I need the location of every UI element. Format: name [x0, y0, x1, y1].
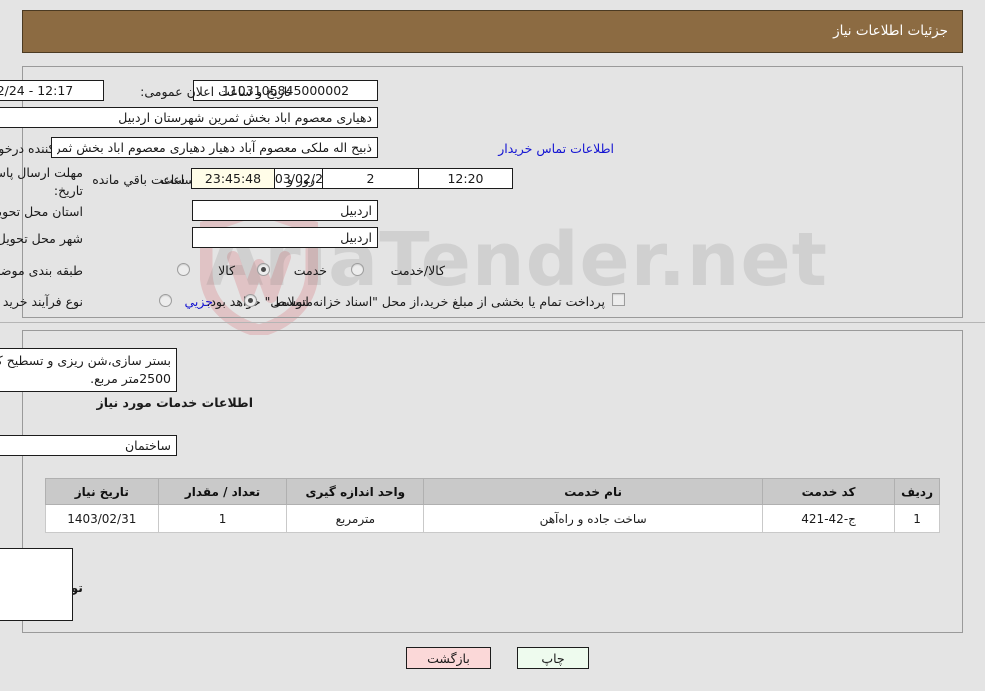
services-section-title: اطلاعات خدمات مورد نیاز: [96, 395, 254, 410]
cell-quantity: 1: [157, 504, 288, 533]
services-table: ردیف کد خدمت نام خدمت واحد اندازه گیری ت…: [45, 478, 940, 533]
radio-category-khedmat-label: خدمت: [293, 263, 327, 278]
cell-unit: مترمربع: [286, 504, 425, 533]
print-button[interactable]: چاپ: [517, 647, 589, 669]
province-field[interactable]: [192, 200, 378, 221]
deadline-label-line1: مهلت ارسال پاسخ: تا: [0, 165, 83, 180]
countdown-field[interactable]: [191, 168, 275, 189]
deadline-label-line2: تاریخ:: [53, 183, 83, 198]
radio-purchase-motevaset[interactable]: [244, 294, 257, 307]
announce-datetime-field[interactable]: [0, 80, 104, 101]
cell-need-date: 1403/02/31: [45, 504, 159, 533]
col-quantity: تعداد / مقدار: [157, 478, 288, 505]
radio-category-kala-label: کالا: [218, 263, 235, 278]
table-row: 1 ج-42-421 ساخت جاده و راه‌آهن مترمربع 1…: [45, 504, 940, 533]
requester-field[interactable]: [51, 137, 378, 158]
page-title: جزئیات اطلاعات نیاز: [833, 23, 948, 39]
need-summary-textarea[interactable]: [0, 348, 177, 392]
buyer-org-field[interactable]: [0, 107, 378, 128]
cell-service-code: ج-42-421: [762, 504, 896, 533]
col-service-code: کد خدمت: [762, 478, 896, 505]
header-bar: جزئیات اطلاعات نیاز: [22, 10, 963, 53]
back-button[interactable]: بازگشت: [406, 647, 491, 669]
table-header-row: ردیف کد خدمت نام خدمت واحد اندازه گیری ت…: [45, 478, 940, 505]
province-label: استان محل تحویل:: [0, 204, 83, 219]
radio-category-kala-khedmat-label: کالا/خدمت: [390, 263, 445, 278]
radio-purchase-jozei[interactable]: [159, 294, 172, 307]
category-label: طبقه بندی موضوعی:: [0, 263, 83, 278]
remaining-days-field[interactable]: [322, 168, 419, 189]
radio-category-kala-khedmat[interactable]: [351, 263, 364, 276]
buyer-notes-textarea[interactable]: [0, 548, 73, 621]
purchase-type-label: نوع فرآیند خرید :: [0, 294, 83, 309]
col-need-date: تاریخ نیاز: [45, 478, 159, 505]
page-root: AriaTender.net جزئیات اطلاعات نیاز شماره…: [0, 0, 985, 691]
col-row-no: ردیف: [894, 478, 940, 505]
buyer-contact-link[interactable]: اطلاعات تماس خریدار: [498, 141, 614, 156]
service-group-field[interactable]: [0, 435, 177, 456]
col-unit: واحد اندازه گیری: [286, 478, 425, 505]
city-field[interactable]: [192, 227, 378, 248]
cell-row-no: 1: [894, 504, 940, 533]
section-divider: [0, 322, 985, 323]
remaining-label: ساعت باقي مانده: [92, 172, 185, 187]
deadline-time-field[interactable]: [418, 168, 513, 189]
need-info-panel: [22, 66, 963, 318]
treasury-bond-checkbox[interactable]: [612, 293, 625, 306]
cell-service-name: ساخت جاده و راه‌آهن: [423, 504, 764, 533]
radio-category-khedmat[interactable]: [257, 263, 270, 276]
col-service-name: نام خدمت: [423, 478, 764, 505]
city-label: شهر محل تحویل:: [0, 231, 83, 246]
radio-category-kala[interactable]: [177, 263, 190, 276]
treasury-bond-note: پرداخت تمام یا بخشی از مبلغ خرید،از محل …: [206, 294, 605, 309]
announce-datetime-label: تاریخ و ساعت اعلان عمومی:: [140, 84, 291, 99]
days-label: روز و: [286, 172, 315, 187]
